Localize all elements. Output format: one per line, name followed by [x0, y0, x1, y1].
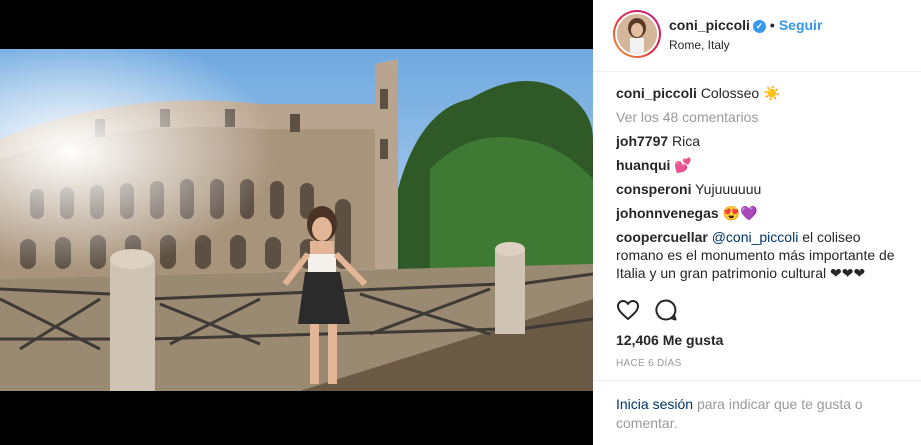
view-more-comments-button[interactable]: Ver los 48 comentarios	[616, 108, 906, 126]
comment-username[interactable]: joh7797	[616, 133, 668, 149]
comment-username[interactable]: consperoni	[616, 181, 691, 197]
comment-username[interactable]: coopercuellar	[616, 229, 708, 245]
comment-mention-link[interactable]: @coni_piccoli	[712, 229, 799, 245]
comment-emoji: 😍💜	[722, 205, 758, 221]
post-modal: coni_piccoli ✓ • Seguir Rome, Italy coni_pi…	[0, 0, 921, 445]
post-actions	[616, 298, 688, 326]
caption-text: Colosseo	[700, 85, 760, 101]
post-media	[0, 0, 593, 445]
post-header: coni_piccoli ✓ • Seguir Rome, Italy	[593, 0, 921, 72]
comment-item: consperoni Yujuuuuuu	[616, 180, 906, 198]
comment-username[interactable]: johonnvenegas	[616, 205, 719, 221]
comment-item: johonnvenegas 😍💜	[616, 204, 906, 222]
post-side-panel: coni_piccoli ✓ • Seguir Rome, Italy coni_pi…	[593, 0, 921, 445]
separator-dot: •	[769, 17, 775, 33]
comment-item: joh7797 Rica	[616, 132, 906, 150]
username-link[interactable]: coni_piccoli	[669, 17, 750, 33]
avatar[interactable]	[613, 10, 661, 58]
follow-button[interactable]: Seguir	[779, 17, 823, 33]
comment-icon[interactable]	[654, 298, 678, 322]
post-timestamp[interactable]: HACE 6 DÍAS	[616, 358, 682, 369]
sun-emoji: ☀️	[763, 85, 781, 101]
comment-text: Rica	[672, 133, 701, 149]
heart-icon[interactable]	[616, 298, 640, 322]
comment-text: Yujuuuuuu	[695, 181, 762, 197]
caption: coni_piccoli Colosseo ☀️	[616, 84, 906, 102]
comment-emoji: 💕	[674, 157, 692, 173]
comment-item: coopercuellar @coni_piccoli el coliseo r…	[616, 228, 906, 282]
likes-count[interactable]: 12,406 Me gusta	[616, 332, 723, 348]
post-photo[interactable]	[0, 49, 593, 391]
login-prompt: Inicia sesión para indicar que te gusta …	[593, 380, 921, 445]
verified-badge-icon: ✓	[752, 20, 766, 33]
login-link[interactable]: Inicia sesión	[616, 396, 693, 412]
avatar-image-icon	[617, 14, 657, 54]
caption-username[interactable]: coni_piccoli	[616, 85, 697, 101]
header-user-line: coni_piccoli ✓ • Seguir	[669, 17, 822, 33]
location-link[interactable]: Rome, Italy	[669, 38, 730, 52]
comment-username[interactable]: huanqui	[616, 157, 670, 173]
comment-emoji: ❤❤❤	[830, 265, 866, 281]
comments-list: coni_piccoli Colosseo ☀️ Ver los 48 come…	[616, 84, 906, 290]
colosseum-photo	[0, 49, 593, 391]
comment-item: huanqui 💕	[616, 156, 906, 174]
